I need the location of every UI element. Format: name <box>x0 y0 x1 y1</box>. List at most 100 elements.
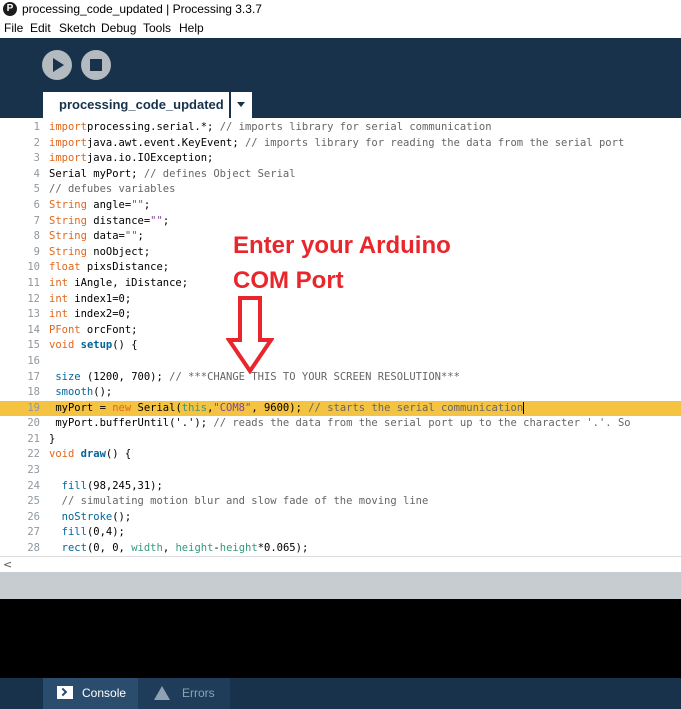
scroll-left-icon[interactable]: < <box>3 558 12 571</box>
code-text: void draw() { <box>49 447 131 463</box>
code-token: data= <box>86 230 125 243</box>
code-token: () { <box>112 339 138 352</box>
code-text: rect(0, 0, width, height-height*0.065); <box>49 541 309 556</box>
console-divider[interactable] <box>0 572 681 599</box>
line-number: 3 <box>33 152 40 165</box>
code-line[interactable]: 23 <box>0 463 681 479</box>
code-line[interactable]: 3 importjava.io.IOException; <box>0 151 681 167</box>
menu-sketch[interactable]: Sketch <box>59 21 96 35</box>
run-button[interactable] <box>42 50 72 80</box>
menu-debug[interactable]: Debug <box>101 21 136 35</box>
code-token: // imports library for reading the data … <box>244 136 625 149</box>
tab-label: processing_code_updated <box>59 97 224 112</box>
menu-edit[interactable]: Edit <box>30 21 51 35</box>
code-token: "COM8" <box>213 401 252 414</box>
line-number: 2 <box>33 136 40 149</box>
window-title: processing_code_updated | Processing 3.3… <box>22 2 262 16</box>
code-token: noStroke <box>61 510 113 523</box>
code-line[interactable]: 27 fill(0,4); <box>0 525 681 541</box>
code-token: Serial( <box>131 401 182 414</box>
horizontal-scrollbar[interactable]: < <box>0 556 681 573</box>
line-number: 15 <box>27 339 40 352</box>
code-token: myPort = <box>49 401 113 414</box>
stop-button[interactable] <box>81 50 111 80</box>
code-line[interactable]: 22 void draw() { <box>0 447 681 463</box>
chevron-down-icon <box>237 102 245 107</box>
code-line[interactable]: 4 Serial myPort; // defines Object Serial <box>0 167 681 183</box>
code-token: "" <box>131 198 144 211</box>
code-text: fill(98,245,31); <box>49 479 163 495</box>
line-number: 1 <box>33 121 40 133</box>
code-token: (); <box>93 386 113 399</box>
code-token: import <box>49 136 87 149</box>
code-line[interactable]: 25 // simulating motion blur and slow fa… <box>0 494 681 510</box>
code-token: width <box>131 542 163 555</box>
code-token: // defubes variables <box>49 183 176 196</box>
menu-tools[interactable]: Tools <box>143 21 171 35</box>
code-token: (1200, 700); <box>80 370 170 383</box>
line-number: 8 <box>33 230 40 243</box>
code-text: int index1=0; <box>49 292 131 308</box>
code-line[interactable]: 7 String distance=""; <box>0 214 681 230</box>
code-token: noObject; <box>86 245 151 258</box>
code-line[interactable]: 15 void setup() { <box>0 338 681 354</box>
console-icon <box>57 686 73 699</box>
annotation-line-1: Enter your Arduino <box>233 232 451 259</box>
line-number: 25 <box>27 495 40 508</box>
tab-sketch[interactable]: processing_code_updated <box>43 92 229 118</box>
tab-menu-button[interactable] <box>231 92 252 118</box>
code-token: distance= <box>86 214 151 227</box>
code-token: PFont <box>49 323 81 336</box>
code-token: setup <box>80 339 113 352</box>
code-line[interactable]: 26 noStroke(); <box>0 510 681 526</box>
code-line[interactable]: 2 importjava.awt.event.KeyEvent; // impor… <box>0 136 681 152</box>
console-tab-label: Console <box>82 686 127 700</box>
code-text: } <box>49 432 55 448</box>
code-line[interactable]: 28 rect(0, 0, width, height-height*0.065… <box>0 541 681 556</box>
code-token: // defines Object Serial <box>143 167 296 180</box>
code-line[interactable]: 16 <box>0 354 681 370</box>
play-icon <box>53 58 64 72</box>
code-line[interactable]: 21} <box>0 432 681 448</box>
warning-icon <box>154 686 170 700</box>
code-line[interactable]: 5 // defubes variables <box>0 182 681 198</box>
code-line[interactable]: 18 smooth(); <box>0 385 681 401</box>
code-token: draw <box>80 448 106 461</box>
code-token: int <box>49 292 68 305</box>
code-text: noStroke(); <box>49 510 132 526</box>
code-token: void <box>49 339 75 352</box>
code-text: fill(0,4); <box>49 525 125 541</box>
tab-errors[interactable]: Errors <box>138 678 230 709</box>
code-line[interactable]: 20 myPort.bufferUntil('.'); // reads the… <box>0 416 681 432</box>
code-text: Serial myPort; // defines Object Serial <box>49 167 296 183</box>
code-line[interactable]: 14 PFont orcFont; <box>0 323 681 339</box>
menu-file[interactable]: File <box>4 21 23 35</box>
code-line[interactable]: 1 importprocessing.serial.*; // imports l… <box>0 120 681 136</box>
code-line[interactable]: 24 fill(98,245,31); <box>0 479 681 495</box>
line-number: 14 <box>27 323 40 336</box>
code-editor[interactable]: 1 importprocessing.serial.*; // imports l… <box>0 118 681 556</box>
code-line[interactable]: 19 myPort = new Serial(this,"COM8", 9600… <box>0 400 681 417</box>
processing-app-icon: P <box>3 2 17 16</box>
code-token: fill <box>61 526 87 539</box>
code-token: } <box>49 432 56 445</box>
code-text: importjava.awt.event.KeyEvent; // import… <box>49 136 624 152</box>
menu-help[interactable]: Help <box>179 21 204 35</box>
code-token: String <box>49 214 87 227</box>
line-number: 17 <box>27 370 40 383</box>
code-line[interactable]: 13 int index2=0; <box>0 307 681 323</box>
code-token: orcFont; <box>80 323 138 336</box>
code-token: (0, 0, <box>86 542 132 555</box>
annotation-callout: Enter your Arduino COM Port <box>233 228 451 298</box>
line-number: 21 <box>27 432 40 445</box>
code-line[interactable]: 17 size (1200, 700); // ***CHANGE THIS T… <box>0 370 681 386</box>
code-token: fill <box>61 479 87 492</box>
line-number: 27 <box>27 526 40 539</box>
code-line[interactable]: 6 String angle=""; <box>0 198 681 214</box>
tab-console[interactable]: Console <box>43 678 138 709</box>
line-number: 16 <box>27 354 40 367</box>
code-text: myPort.bufferUntil('.'); // reads the da… <box>49 416 630 432</box>
